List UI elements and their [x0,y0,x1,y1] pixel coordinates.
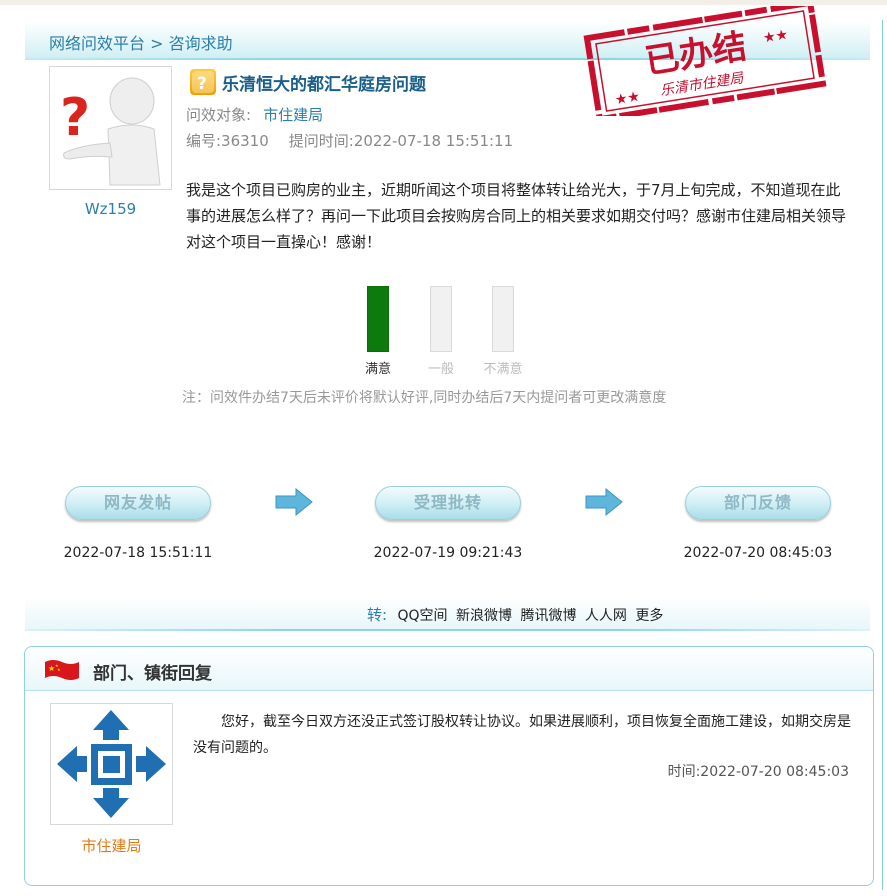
question-body: 我是这个项目已购房的业主，近期听闻这个项目将整体转让给光大，于7月上旬完成，不知… [186,181,847,251]
share-sina-weibo-link[interactable]: 新浪微博 [456,608,512,624]
step-accept-button[interactable]: 受理批转 [375,486,521,520]
rating-bar [430,286,452,352]
question-target: 问效对象: 市住建局 [186,104,323,125]
question-number: 编号:36310 [186,132,269,150]
breadcrumb-platform-link[interactable]: 网络问效平台 [49,34,145,53]
svg-text:?: ? [197,74,207,94]
reply-panel: ★ ★ ★ 部门、镇街回复 市住建局 您好，截至今日双方还没正式签订股权转让协议… [24,646,874,886]
housing-bureau-logo-icon [57,710,166,818]
svg-text:★: ★ [57,667,61,672]
rating-label: 不满意 [483,362,523,377]
breadcrumb: 网络问效平台 > 咨询求助 [49,30,233,54]
rating-note: 注：问效件办结7天后未评价将默认好评,同时办结后7天内提问者可更改满意度 [182,390,667,406]
reply-time: 时间:2022-07-20 08:45:03 [667,764,849,780]
step-feedback-button[interactable]: 部门反馈 [685,486,831,520]
rating-satisfied[interactable]: 满意 [348,286,408,377]
rating-bar [367,286,389,352]
question-title-row: ? 乐清恒大的都汇华庭房问题 [190,68,426,96]
question-time: 提问时间:2022-07-18 15:51:11 [288,132,514,150]
completed-stamp: 已办结 乐清市住建局 ★★ ★★ [583,6,827,116]
rating-label: 一般 [427,362,454,377]
question-title: 乐清恒大的都汇华庭房问题 [222,74,426,95]
step-post-button[interactable]: 网友发帖 [65,486,211,520]
target-dept-link[interactable]: 市住建局 [263,106,323,124]
question-username[interactable]: Wz159 [49,200,172,218]
breadcrumb-section-link[interactable]: 咨询求助 [169,34,233,53]
step-accept-time: 2022-07-19 09:21:43 [373,545,523,561]
reply-heading: 部门、镇街回复 [93,664,212,684]
stamp-star-right: ★★ [762,27,789,47]
dept-logo [50,703,173,825]
target-label: 问效对象: [186,106,252,124]
share-links: 转: QQ空间 新浪微博 腾讯微博 人人网 更多 [367,604,667,625]
rating-bar [492,286,514,352]
breadcrumb-separator: > [145,34,169,53]
step-post-time: 2022-07-18 15:51:11 [63,545,213,561]
question-meta: 编号:36310 提问时间:2022-07-18 15:51:11 [186,130,513,151]
arrow-right-icon [585,487,623,517]
arrow-right-icon [275,487,313,517]
question-icon: ? [190,69,216,95]
user-avatar: ? [49,66,172,190]
top-border [0,0,887,5]
page-right-border [882,20,887,890]
reply-body: 您好，截至今日双方还没正式签订股权转让协议。如果进展顺利，项目恢复全面施工建设，… [193,714,851,756]
share-bar: 转: QQ空间 新浪微博 腾讯微博 人人网 更多 [25,597,870,631]
reply-dept-name[interactable]: 市住建局 [50,835,173,856]
share-renren-link[interactable]: 人人网 [585,608,627,624]
share-prefix: 转: [367,606,388,624]
china-flag-icon: ★ ★ ★ [45,660,79,680]
rating-neutral[interactable]: 一般 [411,286,471,377]
svg-text:?: ? [60,88,90,148]
share-qzone-link[interactable]: QQ空间 [398,608,448,624]
step-feedback-time: 2022-07-20 08:45:03 [683,545,833,561]
question-person-icon: ? [60,77,161,186]
share-more-link[interactable]: 更多 [635,608,663,624]
rating-unsatisfied[interactable]: 不满意 [473,286,533,377]
share-tencent-weibo-link[interactable]: 腾讯微博 [520,608,576,624]
reply-header: ★ ★ ★ 部门、镇街回复 [25,647,873,691]
rating-label: 满意 [364,362,391,377]
